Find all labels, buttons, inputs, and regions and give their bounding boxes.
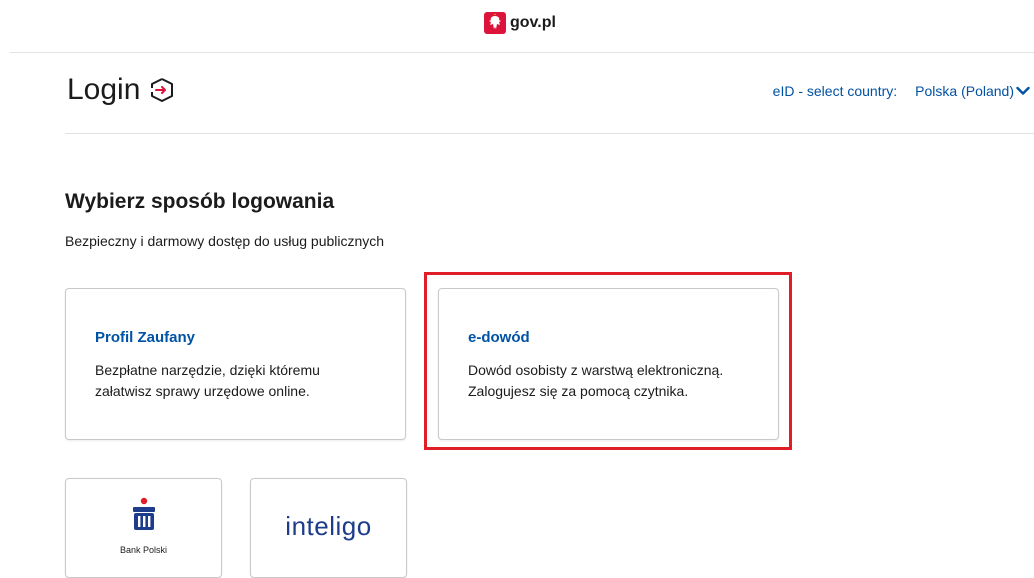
inteligo-logo: inteligo: [285, 511, 372, 541]
poland-emblem-icon: [484, 12, 506, 34]
pko-bank-polski-card[interactable]: Bank Polski: [65, 478, 222, 578]
login-title-text: Login: [67, 73, 141, 106]
section-title: Wybierz sposób logowania: [65, 190, 335, 213]
brand-name: gov.pl: [510, 14, 556, 31]
country-value: Polska (Poland): [915, 83, 1014, 99]
section-subtitle: Bezpieczny i darmowy dostęp do usług pub…: [65, 233, 385, 249]
govpl-home-link[interactable]: gov.pl: [484, 12, 556, 34]
login-icon: [151, 78, 174, 102]
e-dowod-card[interactable]: e-dowód Dowód osobisty z warstwą elektro…: [438, 288, 779, 440]
card-description-line: załatwisz sprawy urzędowe online.: [95, 383, 310, 399]
card-description-line: Zalogujesz się za pomocą czytnika.: [468, 383, 689, 399]
pko-bp-logo-icon: [133, 497, 155, 530]
eid-label: eID - select country:: [772, 83, 898, 99]
eid-country-selector: eID - select country: Polska (Poland): [773, 83, 1030, 99]
profil-zaufany-card[interactable]: Profil Zaufany Bezpłatne narzędzie, dzię…: [65, 288, 406, 440]
chevron-down-icon: [1016, 86, 1030, 95]
inteligo-card[interactable]: inteligo: [250, 478, 407, 578]
card-description-line: Dowód osobisty z warstwą elektroniczną.: [468, 362, 724, 378]
card-title: e-dowód: [468, 329, 530, 346]
page-title: Login: [67, 73, 176, 107]
card-title: Profil Zaufany: [95, 329, 196, 346]
bank-name: Bank Polski: [119, 545, 168, 555]
card-description: Bezpłatne narzędzie, dzięki któremu zała…: [95, 360, 385, 402]
card-description-line: Bezpłatne narzędzie, dzięki któremu: [95, 362, 320, 378]
card-description: Dowód osobisty z warstwą elektroniczną. …: [468, 360, 758, 402]
top-bar: gov.pl: [10, 0, 1034, 53]
login-header: Login eID - select country: Polska (Pola…: [65, 53, 1034, 134]
country-dropdown[interactable]: Polska (Poland): [915, 83, 1030, 99]
